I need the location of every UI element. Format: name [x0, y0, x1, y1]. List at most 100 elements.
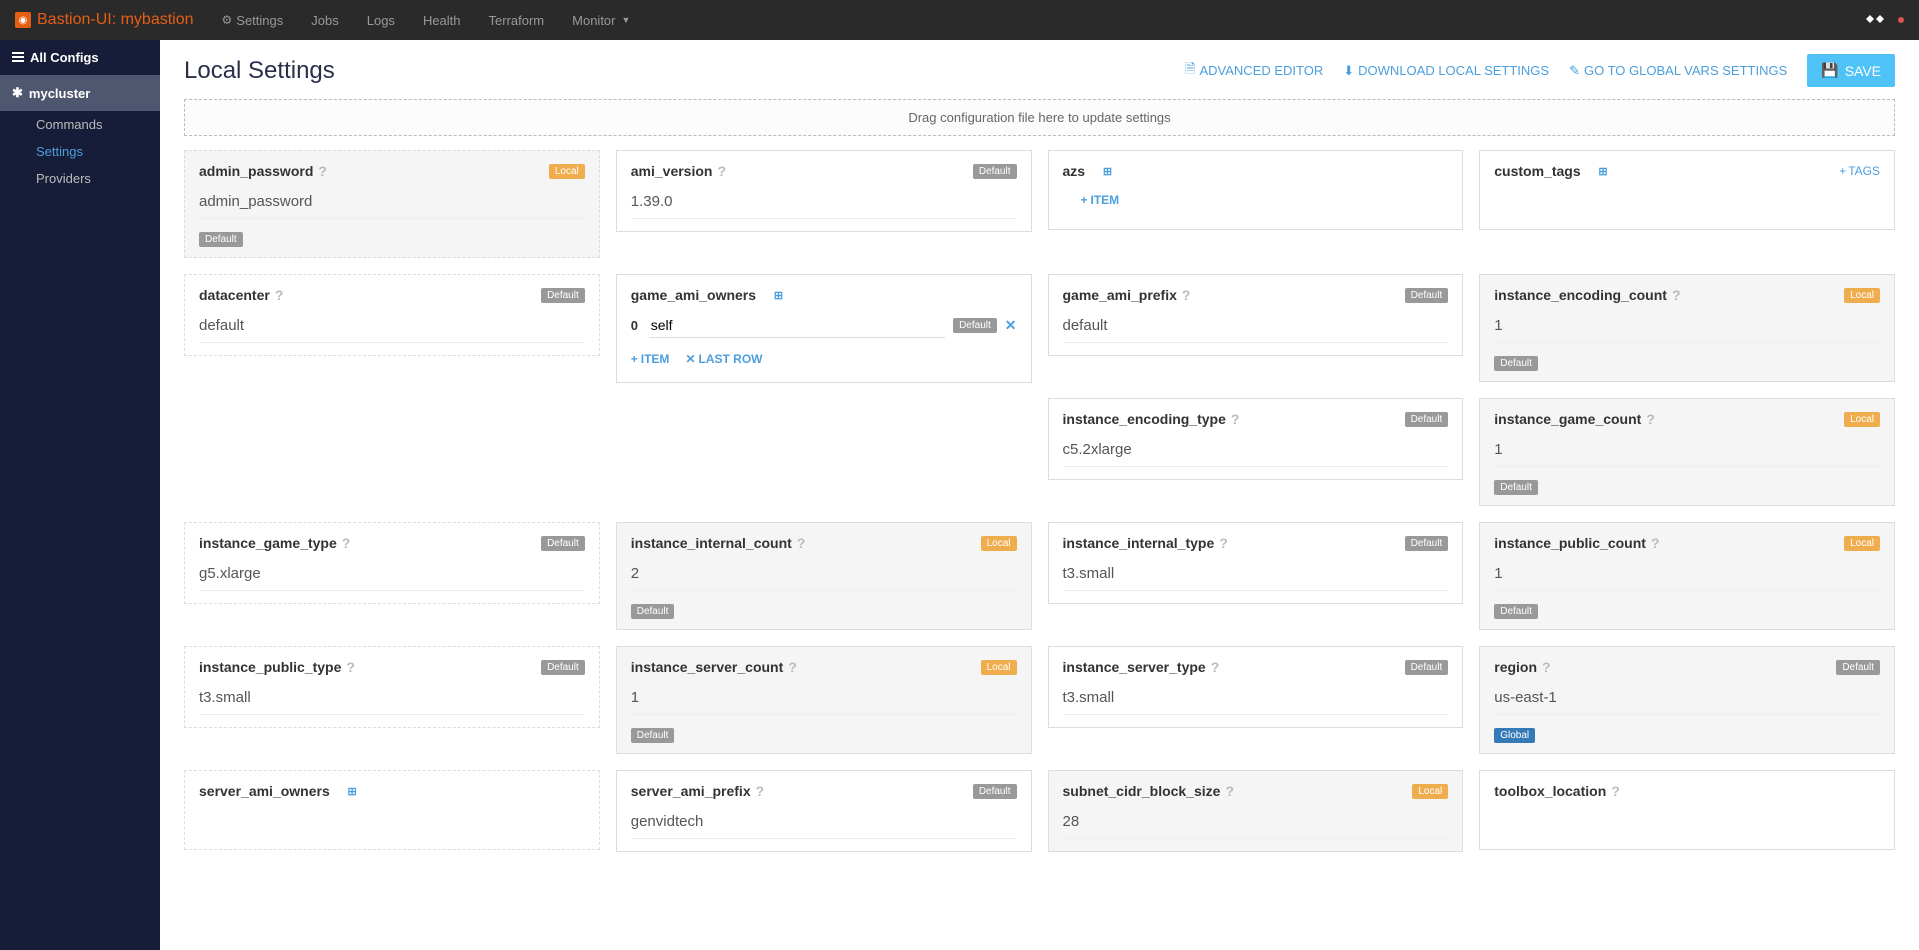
add-item-button[interactable]: +ITEM: [1063, 189, 1449, 211]
navbar-logo-icon[interactable]: [1860, 9, 1890, 32]
default-badge: Default: [1405, 412, 1449, 427]
add-tags-button[interactable]: +TAGS: [1839, 164, 1880, 178]
value-input[interactable]: 1: [631, 685, 1017, 715]
plus-icon: +: [631, 352, 638, 366]
default-badge: Default: [1405, 288, 1449, 303]
sidebar-providers[interactable]: Providers: [0, 165, 160, 192]
default-badge[interactable]: Default: [1494, 604, 1538, 619]
value-input[interactable]: 28: [1063, 809, 1449, 839]
value-input[interactable]: t3.small: [199, 685, 585, 715]
help-icon[interactable]: ?: [1646, 411, 1655, 427]
help-icon[interactable]: ?: [1651, 535, 1660, 551]
save-icon: 💾: [1821, 62, 1838, 79]
value-input[interactable]: c5.2xlarge: [1063, 437, 1449, 467]
help-icon[interactable]: ?: [1231, 411, 1240, 427]
value-input[interactable]: t3.small: [1063, 685, 1449, 715]
remove-row-button[interactable]: ✕: [1005, 317, 1017, 334]
help-icon[interactable]: ?: [1225, 783, 1234, 799]
navbar-left: ◉ Bastion-UI: mybastion ⚙Settings Jobs L…: [15, 3, 642, 38]
card-game-ami-prefix: game_ami_prefix? Default default: [1048, 274, 1464, 356]
sidebar-cluster[interactable]: ✱ mycluster: [0, 75, 160, 111]
help-icon[interactable]: ?: [756, 783, 765, 799]
help-icon[interactable]: ?: [717, 163, 726, 179]
array-row: 0 Default ✕: [631, 313, 1017, 338]
expand-icon[interactable]: ⊞: [1598, 165, 1607, 178]
sidebar-all-configs[interactable]: All Configs: [0, 40, 160, 75]
value-input[interactable]: genvidtech: [631, 809, 1017, 839]
local-badge: Local: [1844, 288, 1880, 303]
sidebar-settings[interactable]: Settings: [0, 138, 160, 165]
expand-icon[interactable]: ⊞: [774, 289, 783, 302]
help-icon[interactable]: ?: [275, 287, 284, 303]
help-icon[interactable]: ?: [1611, 783, 1620, 799]
default-badge: Default: [1836, 660, 1880, 675]
help-icon[interactable]: ?: [1182, 287, 1191, 303]
value-input[interactable]: g5.xlarge: [199, 561, 585, 591]
value-input[interactable]: 1.39.0: [631, 189, 1017, 219]
page-title: Local Settings: [184, 57, 335, 85]
brand-link[interactable]: ◉ Bastion-UI: mybastion: [15, 11, 194, 29]
card-instance-public-type: instance_public_type? Default t3.small: [184, 646, 600, 728]
help-icon[interactable]: ?: [346, 659, 355, 675]
local-badge: Local: [1844, 412, 1880, 427]
brand-logo-icon: ◉: [15, 12, 31, 28]
value-input[interactable]: t3.small: [1063, 561, 1449, 591]
value-input[interactable]: 1: [1494, 313, 1880, 343]
default-badge[interactable]: Default: [631, 728, 675, 743]
global-vars-button[interactable]: ✎GO TO GLOBAL VARS SETTINGS: [1569, 63, 1787, 79]
help-icon[interactable]: ?: [797, 535, 806, 551]
value-input[interactable]: 1: [1494, 437, 1880, 467]
default-badge[interactable]: Default: [199, 232, 243, 247]
local-badge: Local: [1844, 536, 1880, 551]
nav-health[interactable]: Health: [411, 3, 473, 38]
default-badge: Default: [1405, 660, 1449, 675]
add-item-button[interactable]: +ITEM: [631, 348, 670, 370]
help-icon[interactable]: ?: [1672, 287, 1681, 303]
value-input[interactable]: 2: [631, 561, 1017, 591]
default-badge[interactable]: Default: [953, 318, 997, 333]
value-input[interactable]: us-east-1: [1494, 685, 1880, 715]
nav-logs[interactable]: Logs: [355, 3, 407, 38]
card-subnet-cidr-block-size: subnet_cidr_block_size? Local 28: [1048, 770, 1464, 852]
download-button[interactable]: ⬇DOWNLOAD LOCAL SETTINGS: [1343, 63, 1549, 79]
local-badge: Local: [981, 536, 1017, 551]
edit-icon: ✎: [1569, 63, 1580, 79]
nav-settings[interactable]: ⚙Settings: [210, 3, 296, 38]
value-input[interactable]: admin_password: [199, 189, 585, 219]
advanced-editor-button[interactable]: 🗎ADVANCED EDITOR: [1185, 60, 1323, 82]
help-icon[interactable]: ?: [1219, 535, 1228, 551]
save-button[interactable]: 💾SAVE: [1807, 54, 1895, 87]
help-icon[interactable]: ?: [1211, 659, 1220, 675]
help-icon[interactable]: ?: [788, 659, 797, 675]
default-badge: Default: [973, 164, 1017, 179]
card-admin-password: admin_password? Local admin_password Def…: [184, 150, 600, 258]
gear-icon: ⚙: [222, 13, 233, 27]
default-badge: Default: [1405, 536, 1449, 551]
expand-icon[interactable]: ⊞: [1103, 165, 1112, 178]
nav-terraform[interactable]: Terraform: [477, 3, 557, 38]
local-badge: Local: [981, 660, 1017, 675]
global-badge[interactable]: Global: [1494, 728, 1535, 743]
default-badge[interactable]: Default: [631, 604, 675, 619]
default-badge[interactable]: Default: [1494, 356, 1538, 371]
help-icon[interactable]: ?: [342, 535, 351, 551]
value-input[interactable]: 1: [1494, 561, 1880, 591]
help-icon[interactable]: ?: [318, 163, 327, 179]
local-badge: Local: [1412, 784, 1448, 799]
nav-jobs[interactable]: Jobs: [299, 3, 350, 38]
dropzone[interactable]: Drag configuration file here to update s…: [184, 99, 1895, 136]
card-toolbox-location: toolbox_location?: [1479, 770, 1895, 850]
card-instance-game-type: instance_game_type? Default g5.xlarge: [184, 522, 600, 604]
expand-icon[interactable]: ⊞: [348, 785, 357, 798]
help-icon[interactable]: ?: [1542, 659, 1551, 675]
default-badge[interactable]: Default: [1494, 480, 1538, 495]
navbar-right: [1860, 9, 1904, 32]
remove-last-row-button[interactable]: ✕LAST ROW: [685, 348, 762, 370]
value-input[interactable]: default: [1063, 313, 1449, 343]
nav-monitor[interactable]: Monitor▼: [560, 3, 642, 38]
sidebar-commands[interactable]: Commands: [0, 111, 160, 138]
array-input[interactable]: [649, 313, 945, 338]
value-input[interactable]: default: [199, 313, 585, 343]
x-icon: ✕: [685, 352, 695, 366]
main-content: Local Settings 🗎ADVANCED EDITOR ⬇DOWNLOA…: [160, 40, 1919, 950]
